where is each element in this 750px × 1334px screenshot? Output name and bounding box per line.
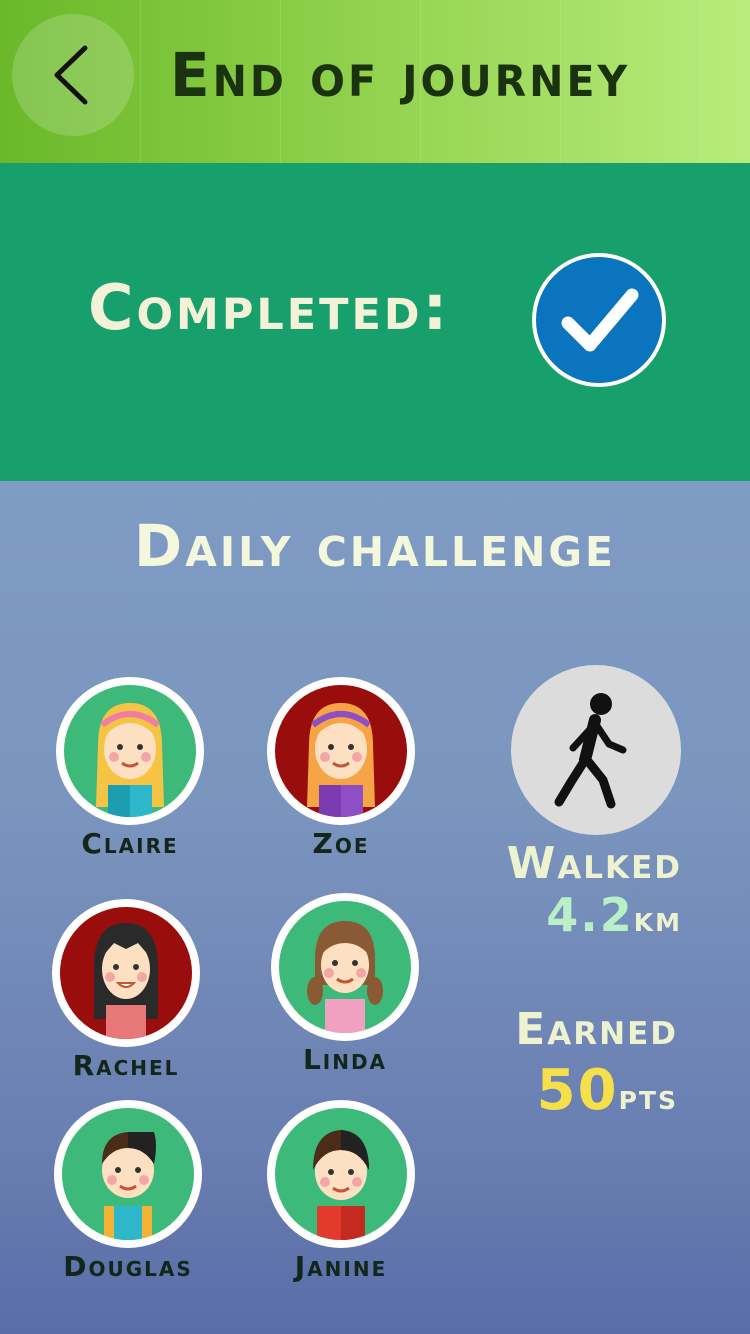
girl-avatar-icon <box>313 1130 369 1240</box>
walked-value: 4.2 <box>546 888 634 942</box>
page-title: End of journey <box>170 39 631 111</box>
girl-avatar-icon <box>307 921 383 1033</box>
earned-value: 50 <box>536 1058 619 1123</box>
friend-name: Linda <box>302 1043 388 1076</box>
friend-rachel[interactable]: Rachel <box>26 899 226 1082</box>
girl-avatar-icon <box>96 703 164 817</box>
friend-zoe[interactable]: Zoe <box>241 677 441 860</box>
walked-label: Walked <box>506 838 682 889</box>
friend-douglas[interactable]: Douglas <box>28 1100 228 1283</box>
completed-label: Completed: <box>88 271 451 344</box>
daily-challenge-title: Daily challenge <box>133 512 617 580</box>
avatar <box>267 1100 415 1248</box>
completed-status-badge <box>532 253 666 387</box>
boy-avatar-icon <box>102 1132 156 1240</box>
back-button[interactable] <box>12 14 134 136</box>
walked-distance: 4.2km <box>546 888 682 942</box>
avatar <box>271 893 419 1041</box>
completion-banner: Completed: <box>0 163 750 481</box>
earned-label: Earned <box>515 1004 678 1055</box>
checkmark-icon <box>561 288 639 352</box>
friend-name: Claire <box>81 827 179 860</box>
friend-name: Rachel <box>72 1049 180 1082</box>
friend-name: Janine <box>294 1250 388 1283</box>
avatar <box>267 677 415 825</box>
avatar <box>56 677 204 825</box>
friend-janine[interactable]: Janine <box>241 1100 441 1283</box>
walking-person-icon <box>554 693 627 809</box>
friend-linda[interactable]: Linda <box>245 893 445 1076</box>
header-bar: End of journey <box>0 0 750 163</box>
earned-points: 50pts <box>537 1058 678 1123</box>
friend-claire[interactable]: Claire <box>30 677 230 860</box>
friend-name: Douglas <box>63 1250 193 1283</box>
activity-badge <box>511 665 681 835</box>
chevron-left-icon <box>54 45 88 105</box>
avatar <box>54 1100 202 1248</box>
girl-avatar-icon <box>94 923 158 1039</box>
earned-unit: pts <box>618 1077 678 1118</box>
girl-avatar-icon <box>307 703 375 817</box>
walked-unit: km <box>633 899 682 940</box>
friend-name: Zoe <box>312 827 370 860</box>
avatar <box>52 899 200 1047</box>
